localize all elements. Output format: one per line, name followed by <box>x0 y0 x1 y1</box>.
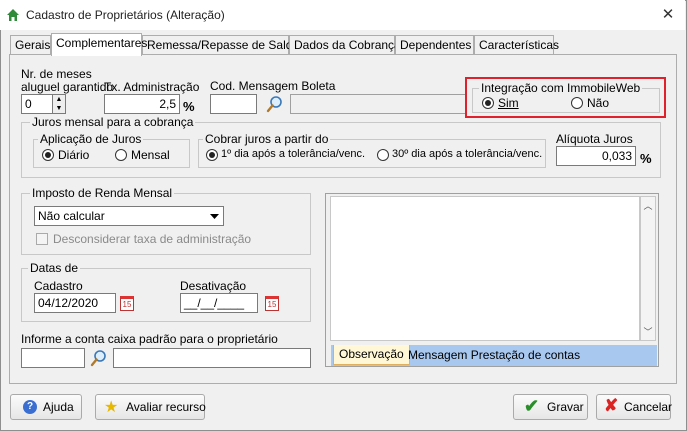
desativacao-input[interactable]: __/__/____ <box>180 293 258 313</box>
cancel-icon: ✘ <box>604 396 619 415</box>
scroll-up-icon[interactable]: ︿ <box>641 199 655 212</box>
ajuda-label: Ajuda <box>43 400 74 414</box>
scroll-down-icon[interactable]: ﹀ <box>641 325 655 338</box>
cancelar-button[interactable]: ✘ Cancelar <box>596 394 673 420</box>
cobrar-opt2-label[interactable]: 30º dia após a tolerância/venc. <box>392 148 542 160</box>
juros-diario-label[interactable]: Diário <box>58 148 89 162</box>
spin-down-icon[interactable]: ▼ <box>53 104 65 113</box>
juros-diario-radio[interactable] <box>42 149 54 161</box>
gravar-button[interactable]: ✔ Gravar <box>513 394 588 420</box>
search-icon[interactable] <box>266 95 284 113</box>
cod-mensagem-desc <box>290 94 467 114</box>
memo-tab-mensagem[interactable]: Mensagem Prestação de contas <box>403 346 585 366</box>
tab-caracteristicas[interactable]: Características <box>474 35 559 55</box>
juros-legend: Juros mensal para a cobrança <box>30 115 196 129</box>
imposto-select-value: Não calcular <box>38 209 105 223</box>
integracao-sim-radio[interactable] <box>482 97 494 109</box>
ajuda-button[interactable]: ? Ajuda <box>10 394 82 420</box>
search-icon[interactable] <box>90 349 108 367</box>
memo-scrollbar[interactable]: ︿ ﹀ <box>640 196 656 341</box>
cadastro-input[interactable]: 04/12/2020 <box>34 293 116 313</box>
desativacao-label: Desativação <box>180 279 247 293</box>
memo-textarea[interactable] <box>330 196 640 341</box>
cancelar-label: Cancelar <box>624 400 673 414</box>
conta-caixa-code[interactable] <box>21 348 85 368</box>
calendar-icon[interactable]: 15 <box>120 296 134 311</box>
tab-dependentes[interactable]: Dependentes <box>395 35 474 55</box>
home-icon <box>6 8 20 22</box>
tx-admin-input[interactable]: 2,5 <box>104 94 180 114</box>
meses-label-2: aluguel garantido <box>21 80 114 94</box>
memo-tab-observacao[interactable]: Observação <box>333 345 410 365</box>
tx-percent: % <box>183 99 195 114</box>
integracao-nao-label[interactable]: Não <box>587 96 609 110</box>
tab-remessa-repasse[interactable]: Remessa/Repasse de Saldo <box>142 35 299 55</box>
cobrar-legend: Cobrar juros a partir do <box>203 132 331 146</box>
spin-up-icon[interactable]: ▲ <box>53 95 65 104</box>
aliquota-percent: % <box>640 151 652 166</box>
imposto-select[interactable]: Não calcular <box>34 206 224 226</box>
chevron-down-icon[interactable] <box>207 208 222 224</box>
conta-caixa-label: Informe a conta caixa padrão para o prop… <box>21 332 278 346</box>
star-icon: ★ <box>104 399 119 416</box>
avaliar-label: Avaliar recurso <box>126 400 206 414</box>
juros-mensal-label[interactable]: Mensal <box>131 148 170 162</box>
aliquota-input[interactable]: 0,033 <box>556 146 636 166</box>
desconsiderar-label[interactable]: Desconsiderar taxa de administração <box>53 232 251 246</box>
aliquota-label: Alíquota Juros <box>556 132 633 146</box>
integracao-nao-radio[interactable] <box>571 97 583 109</box>
conta-caixa-desc <box>113 348 311 368</box>
checkmark-icon: ✔ <box>524 396 540 416</box>
cobrar-opt2-radio[interactable] <box>377 149 389 161</box>
cobrar-opt1-radio[interactable] <box>206 149 218 161</box>
meses-spinner[interactable]: ▲ ▼ <box>52 94 66 114</box>
desconsiderar-checkbox[interactable] <box>36 233 48 245</box>
cod-mensagem-label: Cod. Mensagem Boleta <box>210 79 336 93</box>
avaliar-recurso-button[interactable]: ★ Avaliar recurso <box>95 394 206 420</box>
tx-admin-label: Tx. Administração <box>104 80 200 94</box>
tab-complementares[interactable]: Complementares <box>51 33 147 56</box>
gravar-label: Gravar <box>547 400 584 414</box>
help-icon: ? <box>23 400 37 414</box>
cadastro-label: Cadastro <box>34 279 83 293</box>
calendar-icon[interactable]: 15 <box>265 296 279 311</box>
juros-mensal-radio[interactable] <box>115 149 127 161</box>
integracao-legend: Integração com ImmobileWeb <box>479 81 643 95</box>
tab-dados-cobranca[interactable]: Dados da Cobrança <box>289 35 401 55</box>
tab-gerais[interactable]: Gerais <box>10 35 51 55</box>
aplicacao-legend: Aplicação de Juros <box>38 132 144 146</box>
cod-mensagem-input[interactable] <box>210 94 257 114</box>
integracao-sim-label[interactable]: Sim <box>498 96 519 110</box>
meses-label-1: Nr. de meses <box>21 67 92 81</box>
imposto-legend: Imposto de Renda Mensal <box>30 186 175 200</box>
cobrar-opt1-label[interactable]: 1º dia após a tolerância/venc. <box>221 148 365 160</box>
datas-legend: Datas de <box>28 261 81 275</box>
meses-input[interactable]: 0 <box>21 94 53 114</box>
window-title: Cadastro de Proprietários (Alteração) <box>26 8 225 22</box>
close-button[interactable]: ✕ <box>658 5 678 25</box>
